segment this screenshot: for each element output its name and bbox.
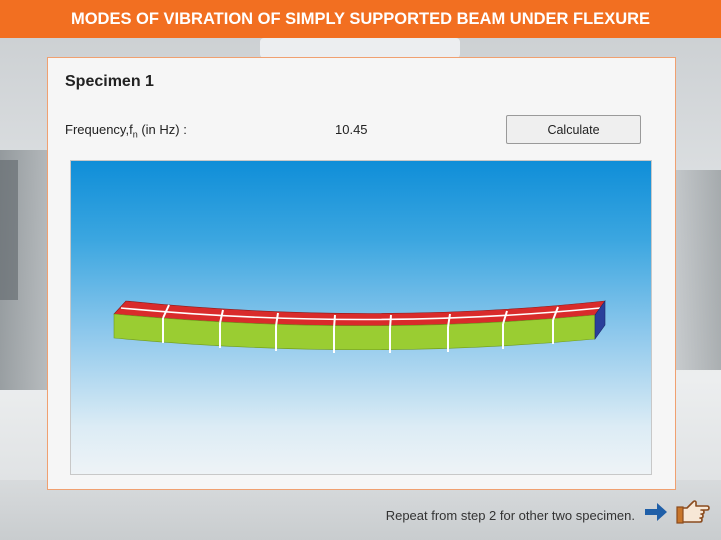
frequency-label: Frequency,fn (in Hz) : [65, 122, 187, 140]
page-header: MODES OF VIBRATION OF SIMPLY SUPPORTED B… [0, 0, 721, 38]
frequency-label-text: Frequency,f [65, 122, 133, 137]
frequency-value: 10.45 [335, 122, 368, 137]
background-ceiling-light [260, 38, 460, 58]
specimen-panel: Specimen 1 Frequency,fn (in Hz) : 10.45 … [47, 57, 676, 490]
instruction-text: Repeat from step 2 for other two specime… [385, 508, 635, 523]
frequency-unit: (in Hz) : [137, 122, 187, 137]
arrow-right-icon[interactable] [643, 499, 669, 525]
specimen-title: Specimen 1 [65, 73, 154, 90]
page-title: MODES OF VIBRATION OF SIMPLY SUPPORTED B… [70, 9, 651, 28]
calculate-button[interactable]: Calculate [506, 115, 641, 144]
beam-viewport [70, 160, 652, 475]
hand-pointer-icon[interactable] [675, 494, 711, 530]
beam-simulation [113, 300, 606, 353]
background-door-left [0, 160, 18, 300]
background-equipment-right [676, 170, 721, 370]
